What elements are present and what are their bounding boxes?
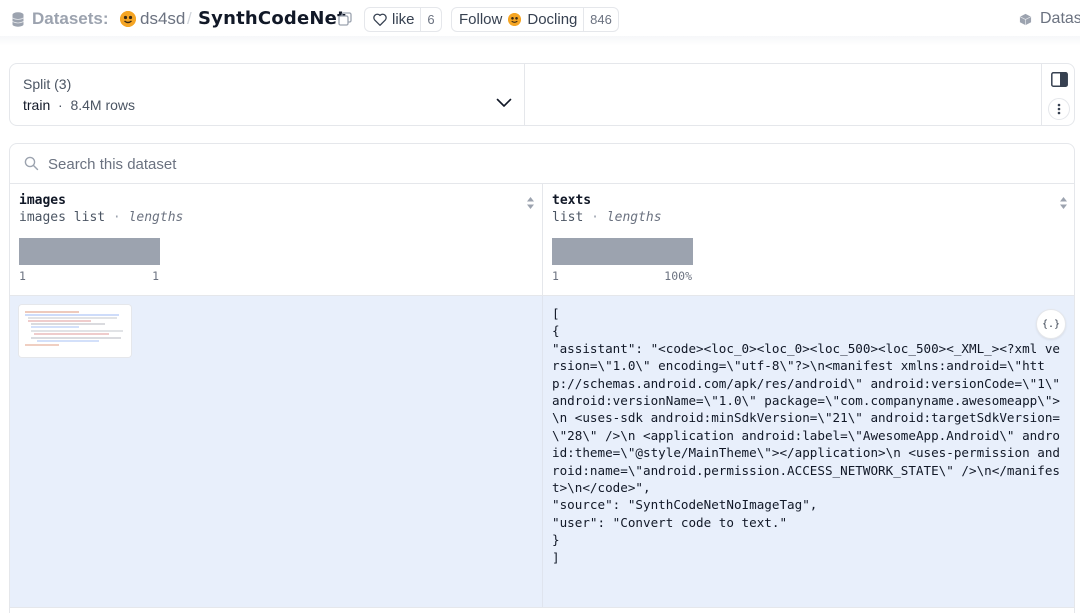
image-thumbnail[interactable] xyxy=(19,305,131,357)
histogram-min: 1 xyxy=(552,269,559,283)
code-image-preview xyxy=(19,305,131,357)
row-divider xyxy=(10,607,1074,608)
like-label: like xyxy=(392,11,415,28)
follow-org: Docling xyxy=(527,11,578,28)
side-panel-icon[interactable] xyxy=(1051,72,1068,87)
follow-count: 846 xyxy=(590,12,612,27)
copy-icon[interactable] xyxy=(338,12,352,26)
split-name: train xyxy=(23,97,51,113)
dataset-table: images images list · lengths 1 1 texts l… xyxy=(9,143,1075,613)
breadcrumb-section[interactable]: Datasets: xyxy=(32,9,109,29)
search-icon xyxy=(24,156,39,171)
column-stat: lengths xyxy=(128,210,184,225)
like-button[interactable]: like 6 xyxy=(364,7,442,32)
histogram-max: 1 xyxy=(152,269,159,283)
sort-icon[interactable] xyxy=(526,196,535,210)
column-type-label: images list xyxy=(19,210,106,225)
sort-icon[interactable] xyxy=(1059,196,1068,210)
column-name: images xyxy=(19,193,66,208)
histogram-bar[interactable] xyxy=(552,238,693,265)
search-input[interactable] xyxy=(48,153,448,175)
split-panel: Split (3) train · 8.4M rows xyxy=(9,63,1075,126)
heart-icon xyxy=(373,13,387,26)
texts-cell: [ { "assistant": "<code><loc_0><loc_0><l… xyxy=(543,296,1074,607)
database-icon xyxy=(12,12,24,27)
follow-button[interactable]: Follow Docling 846 xyxy=(451,7,619,32)
column-type: list · lengths xyxy=(552,210,662,225)
like-count: 6 xyxy=(427,12,435,27)
dataset-header: Datasets: ds4sd / SynthCodeNet like 6 Fo… xyxy=(0,0,1080,40)
breadcrumb-separator: / xyxy=(187,9,192,28)
duck-logo-icon xyxy=(120,11,136,27)
split-dot: · xyxy=(58,97,63,113)
column-name: texts xyxy=(552,193,592,208)
dataset-name[interactable]: SynthCodeNet xyxy=(198,8,346,29)
search-bar xyxy=(10,144,1074,184)
column-header-images[interactable]: images images list · lengths 1 1 xyxy=(10,184,543,296)
chevron-down-icon[interactable] xyxy=(496,98,512,108)
histogram-bar[interactable] xyxy=(19,238,160,265)
column-type: images list · lengths xyxy=(19,210,184,225)
cube-icon xyxy=(1019,13,1032,25)
histogram-max: 100% xyxy=(664,269,692,283)
split-select[interactable]: Split (3) train · 8.4M rows xyxy=(10,64,525,125)
histogram-min: 1 xyxy=(19,269,26,283)
images-cell xyxy=(10,296,543,607)
split-tools xyxy=(1041,64,1075,125)
split-label: Split (3) xyxy=(23,76,72,92)
json-braces-icon: {.} xyxy=(1041,318,1061,330)
split-value: train · 8.4M rows xyxy=(23,97,135,113)
table-row[interactable]: [ { "assistant": "<code><loc_0><loc_0><l… xyxy=(10,296,1074,607)
column-header-texts[interactable]: texts list · lengths 1 100% xyxy=(543,184,1074,296)
duck-logo-icon xyxy=(508,13,522,26)
column-stat: lengths xyxy=(606,210,662,225)
breadcrumb-org[interactable]: ds4sd xyxy=(140,9,185,29)
kebab-menu-icon xyxy=(1057,103,1061,115)
column-type-label: list xyxy=(552,210,584,225)
dataset-viewer-label: Datas xyxy=(1040,10,1080,27)
follow-label: Follow xyxy=(459,11,503,28)
more-options-button[interactable] xyxy=(1048,98,1070,120)
org-avatar[interactable] xyxy=(120,11,136,27)
docling-avatar xyxy=(508,13,522,26)
header-divider xyxy=(0,36,1080,46)
dataset-viewer-link[interactable]: Datas xyxy=(1019,10,1080,28)
json-view-button[interactable]: {.} xyxy=(1036,309,1066,339)
split-rows: 8.4M rows xyxy=(70,97,136,113)
texts-json-value: [ { "assistant": "<code><loc_0><loc_0><l… xyxy=(552,306,1060,565)
